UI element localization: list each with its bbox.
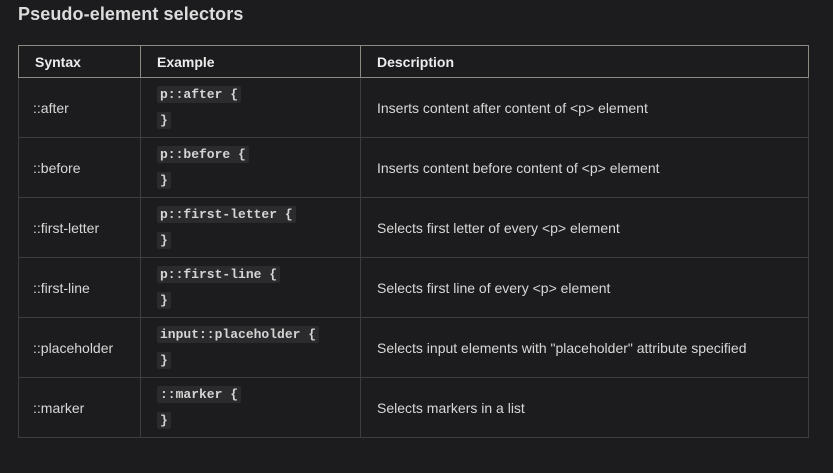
- description-cell: Selects first letter of every <p> elemen…: [360, 197, 809, 258]
- syntax-cell: ::placeholder: [18, 317, 141, 378]
- example-cell: p::first-letter { }: [140, 197, 361, 258]
- column-header-description: Description: [360, 45, 809, 78]
- code-line-close: }: [157, 408, 360, 434]
- description-cell: Inserts content after content of <p> ele…: [360, 77, 809, 138]
- code-line-open: input::placeholder {: [157, 322, 360, 348]
- example-cell: ::marker { }: [140, 377, 361, 438]
- column-header-syntax: Syntax: [18, 45, 141, 78]
- code-line-close: }: [157, 228, 360, 254]
- table-row: ::after p::after { } Inserts content aft…: [18, 77, 809, 138]
- description-cell: Selects first line of every <p> element: [360, 257, 809, 318]
- description-cell: Selects markers in a list: [360, 377, 809, 438]
- column-header-example: Example: [140, 45, 361, 78]
- example-cell: p::before { }: [140, 137, 361, 198]
- example-cell: input::placeholder { }: [140, 317, 361, 378]
- syntax-cell: ::after: [18, 77, 141, 138]
- code-line-open: p::before {: [157, 142, 360, 168]
- table-row: ::first-letter p::first-letter { } Selec…: [18, 197, 809, 258]
- code-line-close: }: [157, 288, 360, 314]
- syntax-cell: ::first-line: [18, 257, 141, 318]
- code-line-close: }: [157, 348, 360, 374]
- code-line-open: p::after {: [157, 82, 360, 108]
- table-body: ::after p::after { } Inserts content aft…: [18, 77, 809, 438]
- code-line-open: p::first-letter {: [157, 202, 360, 228]
- example-cell: p::first-line { }: [140, 257, 361, 318]
- table-header-row: Syntax Example Description: [18, 45, 809, 78]
- syntax-cell: ::first-letter: [18, 197, 141, 258]
- example-cell: p::after { }: [140, 77, 361, 138]
- table-row: ::placeholder input::placeholder { } Sel…: [18, 317, 809, 378]
- table-header: Syntax Example Description: [18, 45, 809, 78]
- pseudo-element-table: Syntax Example Description ::after p::af…: [18, 45, 809, 438]
- code-line-close: }: [157, 108, 360, 134]
- table-row: ::first-line p::first-line { } Selects f…: [18, 257, 809, 318]
- table-row: ::before p::before { } Inserts content b…: [18, 137, 809, 198]
- code-line-open: p::first-line {: [157, 262, 360, 288]
- code-line-open: ::marker {: [157, 382, 360, 408]
- table-row: ::marker ::marker { } Selects markers in…: [18, 377, 809, 438]
- syntax-cell: ::before: [18, 137, 141, 198]
- section-title: Pseudo-element selectors: [18, 4, 244, 24]
- description-cell: Selects input elements with "placeholder…: [360, 317, 809, 378]
- syntax-cell: ::marker: [18, 377, 141, 438]
- description-cell: Inserts content before content of <p> el…: [360, 137, 809, 198]
- code-line-close: }: [157, 168, 360, 194]
